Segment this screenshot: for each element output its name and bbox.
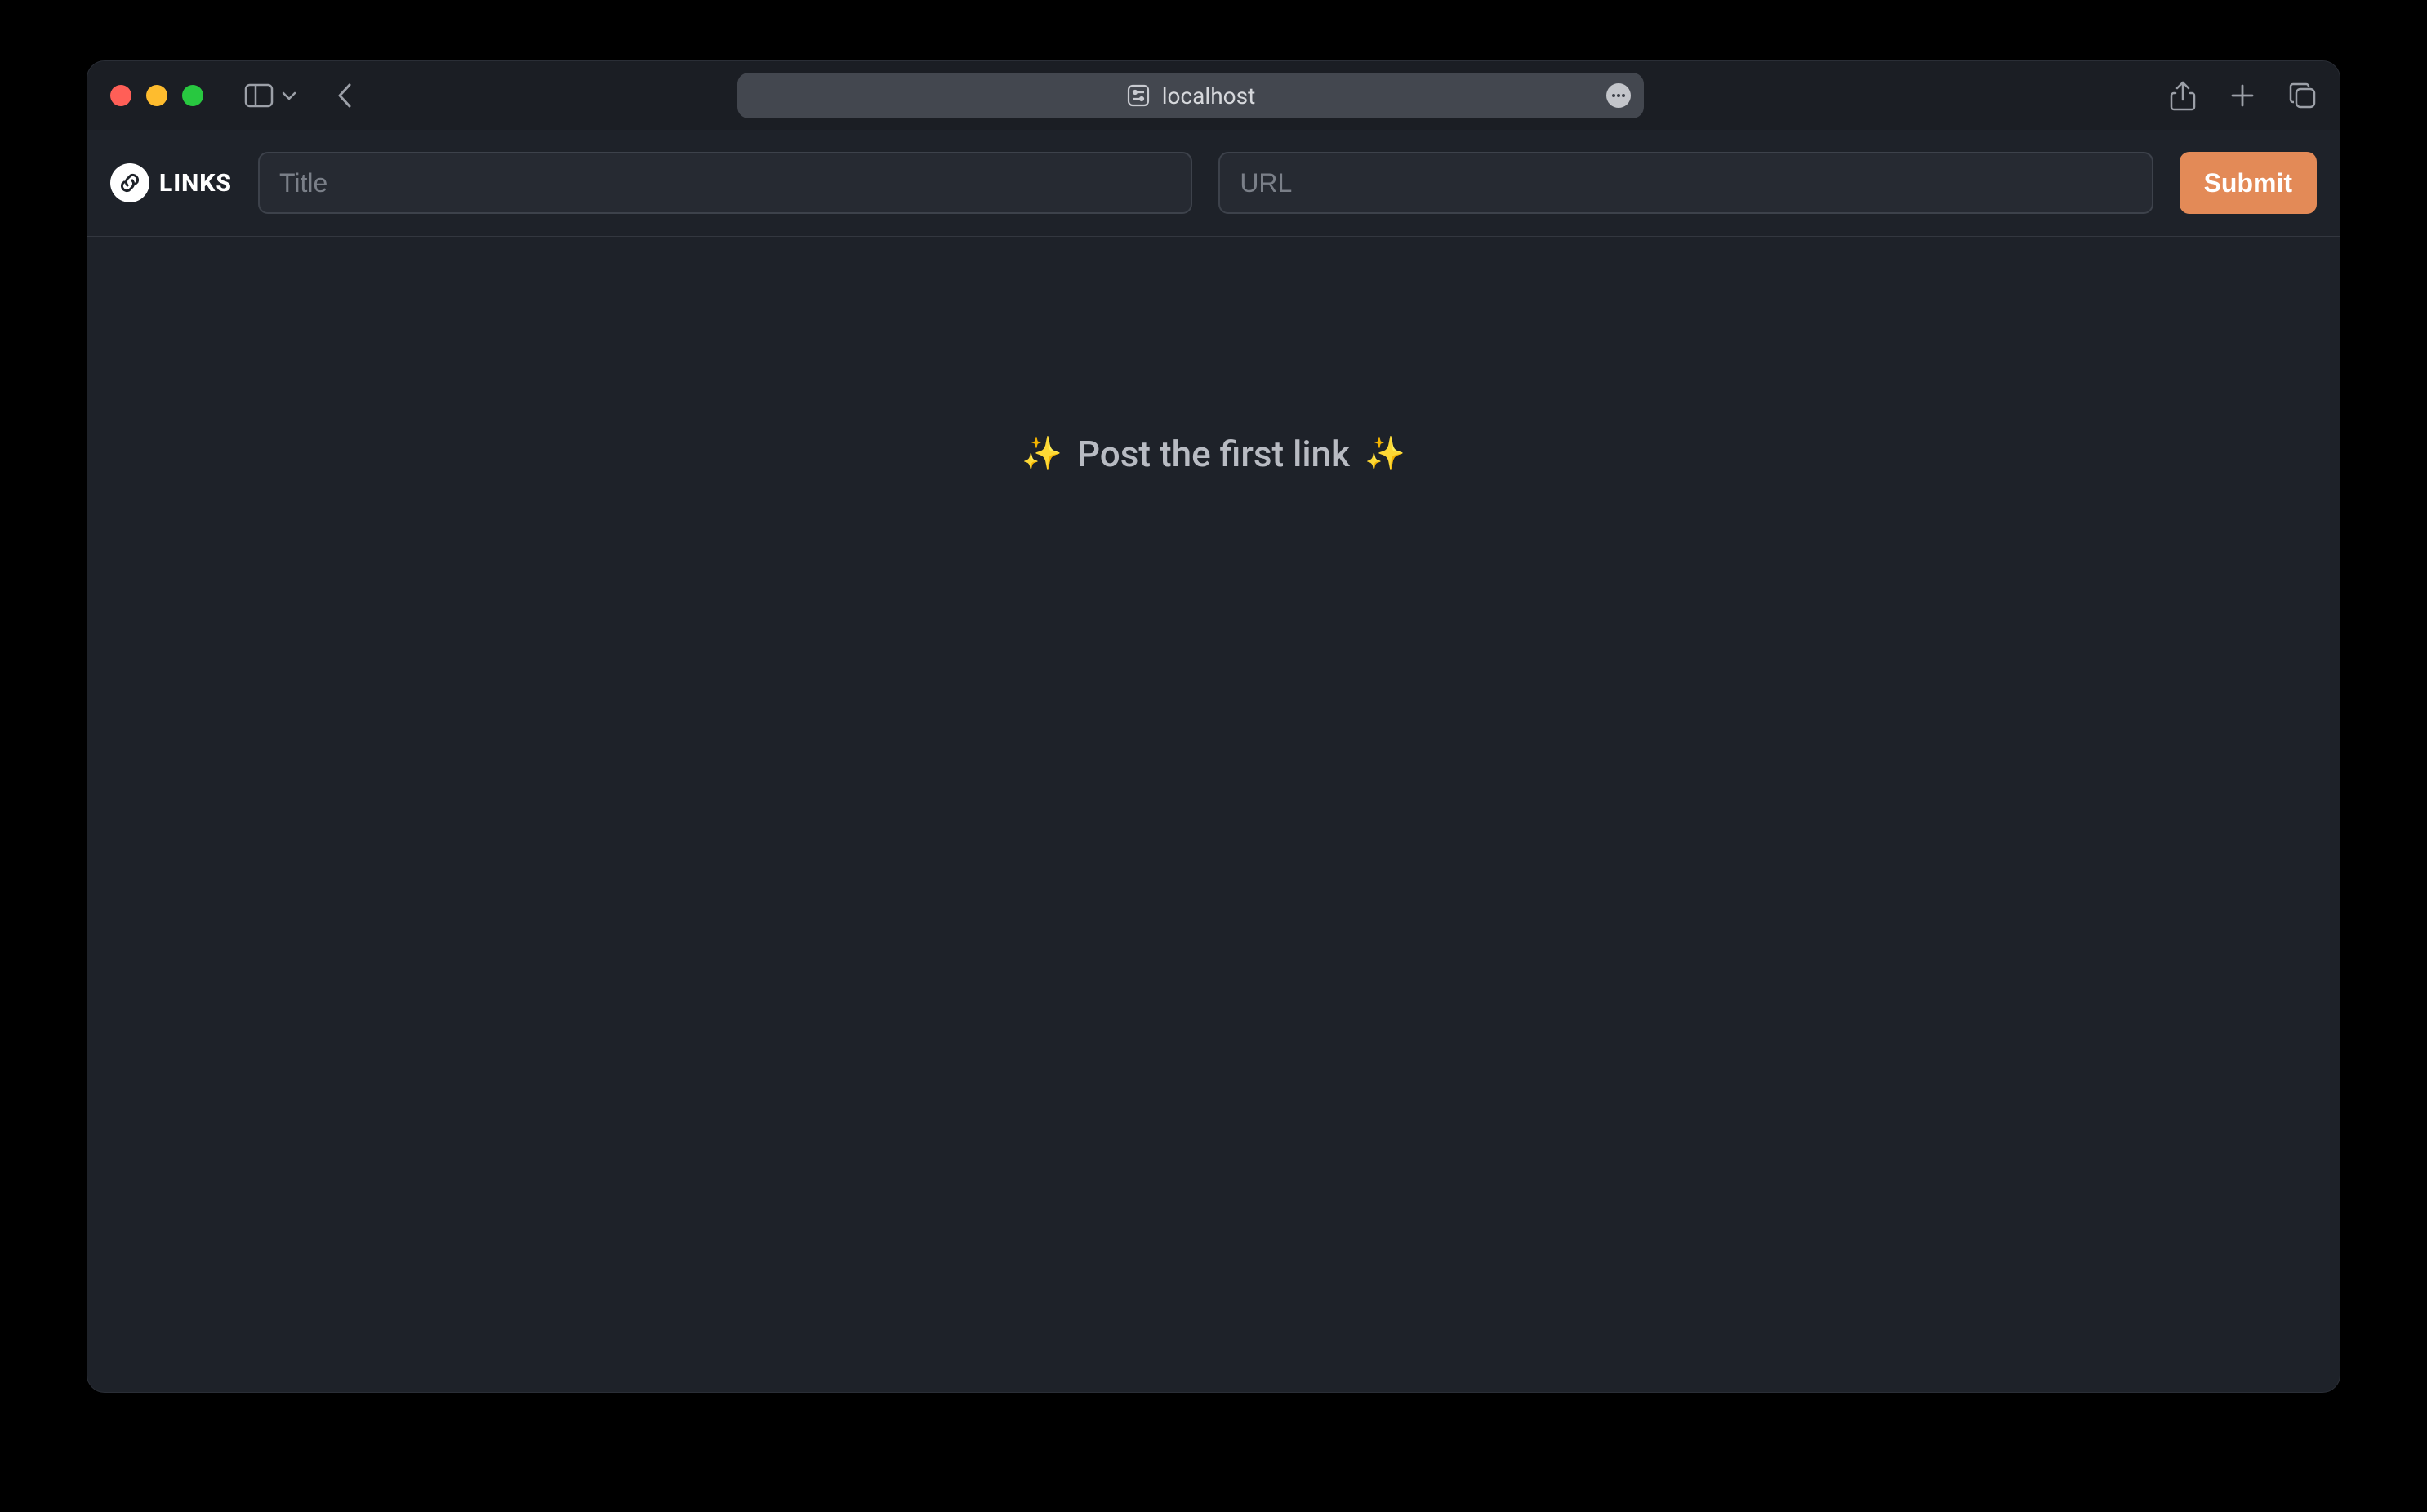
sidebar-icon[interactable] xyxy=(244,83,274,108)
minimize-window-button[interactable] xyxy=(146,85,167,106)
toolbar-right-icons xyxy=(2170,80,2317,111)
address-text: localhost xyxy=(1162,82,1255,109)
tabs-overview-icon[interactable] xyxy=(2289,82,2317,109)
share-icon[interactable] xyxy=(2170,80,2196,111)
brand: LINKS xyxy=(110,163,232,202)
empty-state-text: Post the first link xyxy=(1077,433,1350,475)
submit-button[interactable]: Submit xyxy=(2180,152,2317,214)
title-input[interactable] xyxy=(258,152,1192,214)
sparkles-icon: ✨ xyxy=(1022,438,1062,470)
url-input[interactable] xyxy=(1218,152,2153,214)
chevron-down-icon[interactable] xyxy=(282,91,296,100)
address-bar[interactable]: localhost xyxy=(737,73,1644,118)
page-menu-icon[interactable] xyxy=(1606,83,1631,108)
sidebar-toggle-group xyxy=(244,83,296,108)
fullscreen-window-button[interactable] xyxy=(182,85,203,106)
close-window-button[interactable] xyxy=(110,85,131,106)
link-icon xyxy=(110,163,149,202)
back-button[interactable] xyxy=(336,82,354,109)
sparkles-icon: ✨ xyxy=(1365,438,1405,470)
window-controls xyxy=(110,85,203,106)
main-content: ✨ Post the first link ✨ xyxy=(87,237,2340,1392)
site-settings-icon xyxy=(1126,83,1151,108)
brand-label: LINKS xyxy=(159,169,232,198)
empty-state: ✨ Post the first link ✨ xyxy=(1022,433,1405,475)
browser-toolbar: localhost xyxy=(87,61,2340,130)
new-tab-icon[interactable] xyxy=(2230,83,2255,108)
app-header: LINKS Submit xyxy=(87,130,2340,237)
browser-window: localhost xyxy=(87,60,2340,1393)
